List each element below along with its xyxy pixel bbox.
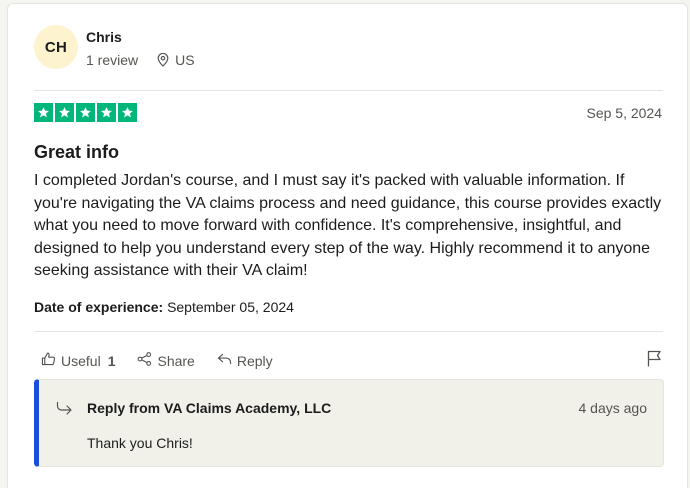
star-icon (34, 103, 53, 122)
reviewer-meta: 1 review US (86, 52, 195, 68)
experience-date: September 05, 2024 (167, 299, 294, 315)
review-card: CH Chris 1 review US Sep 5, 2024 Great i… (7, 3, 688, 488)
reply-button[interactable]: Reply (217, 352, 273, 369)
star-icon (118, 103, 137, 122)
share-button[interactable]: Share (137, 352, 195, 369)
review-body: I completed Jordan's course, and I must … (34, 172, 662, 279)
reply-arrow-icon (217, 352, 232, 369)
useful-count: 1 (107, 352, 116, 369)
flag-icon[interactable] (647, 350, 662, 372)
share-icon (137, 352, 152, 369)
star-icon (76, 103, 95, 122)
location-pin-icon (157, 53, 169, 67)
thumbs-up-icon (41, 352, 56, 369)
reply-date: 4 days ago (578, 400, 648, 416)
review-count: 1 review (86, 52, 139, 68)
divider (34, 331, 663, 332)
useful-button[interactable]: Useful 1 (41, 352, 115, 369)
company-reply: Reply from VA Claims Academy, LLC 4 days… (34, 379, 664, 467)
reviewer-name[interactable]: Chris (86, 29, 122, 45)
star-rating (34, 103, 137, 122)
review-title[interactable]: Great info (34, 142, 119, 163)
star-icon (97, 103, 116, 122)
review-date: Sep 5, 2024 (586, 105, 662, 121)
review-actions: Useful 1 Share Reply (41, 352, 295, 369)
date-of-experience: Date of experience: September 05, 2024 (34, 299, 294, 315)
useful-label: Useful (61, 352, 101, 369)
divider (34, 90, 663, 91)
reviewer-country: US (175, 52, 195, 68)
reply-arrow-icon (56, 401, 73, 420)
experience-label: Date of experience: (34, 299, 164, 315)
avatar[interactable]: CH (34, 25, 78, 69)
reply-text: Thank you Chris! (87, 435, 193, 451)
star-icon (55, 103, 74, 122)
reply-title: Reply from VA Claims Academy, LLC (87, 400, 332, 416)
share-label: Share (157, 352, 195, 369)
avatar-initials: CH (44, 38, 68, 56)
reply-label: Reply (236, 352, 273, 369)
